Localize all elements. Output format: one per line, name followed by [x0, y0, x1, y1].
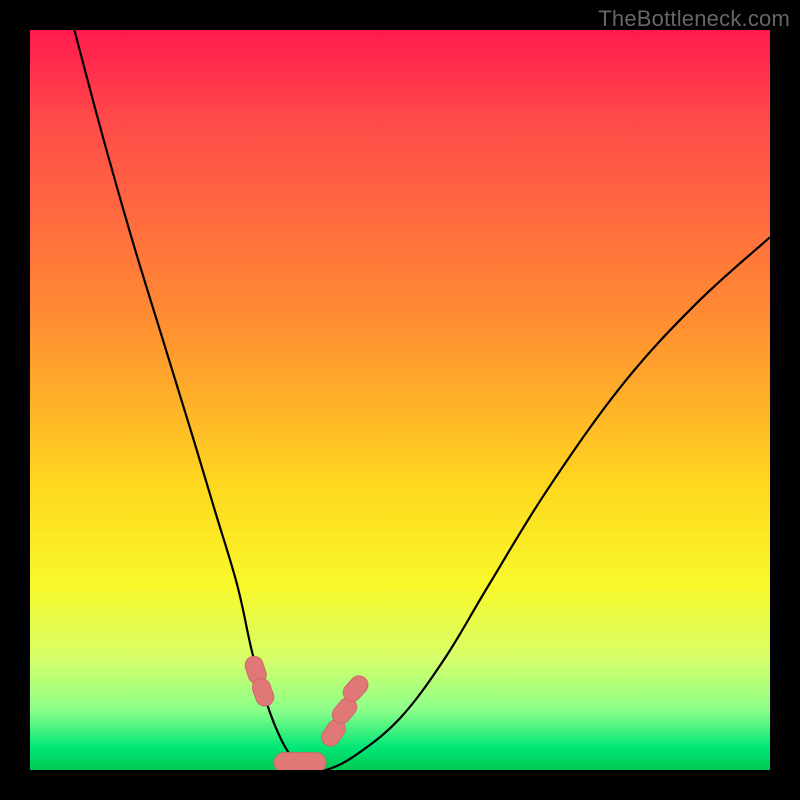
- chart-svg: [30, 30, 770, 770]
- watermark-text: TheBottleneck.com: [598, 6, 790, 32]
- bottleneck-curve: [74, 30, 770, 770]
- highlight-markers: [243, 654, 372, 770]
- outer-frame: TheBottleneck.com: [0, 0, 800, 800]
- plot-area: [30, 30, 770, 770]
